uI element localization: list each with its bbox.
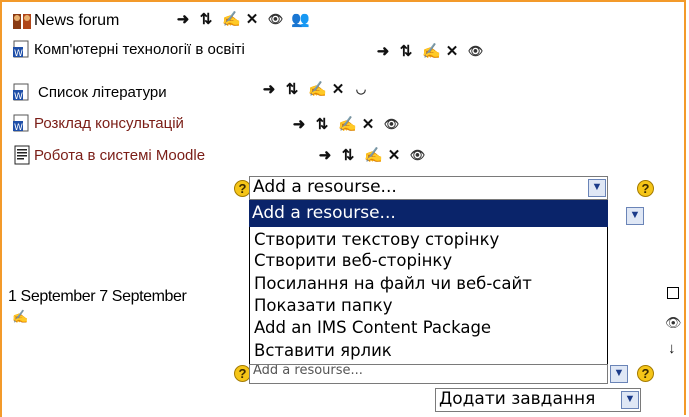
dropdown-option[interactable]: Посилання на файл чи веб-сайт — [254, 274, 532, 294]
dropdown-option-highlighted[interactable]: Add a resourse... — [249, 200, 608, 227]
eye-closed-icon[interactable]: ◡ — [354, 82, 368, 97]
move-updown-icon[interactable]: ⇅ — [315, 117, 329, 132]
resource-row-news-forum: News forum — [12, 11, 119, 31]
resource-row-2: W Список літератури — [12, 82, 167, 102]
chevron-down-icon[interactable]: ▼ — [588, 179, 606, 197]
edit-icon[interactable]: ✍ — [222, 12, 241, 27]
edit-icon[interactable]: ✍ — [422, 44, 441, 59]
move-updown-icon[interactable]: ⇅ — [341, 148, 355, 163]
eye-icon[interactable]: 👁 — [468, 44, 483, 59]
word-document-icon: W — [12, 39, 32, 59]
svg-text:W: W — [14, 49, 23, 59]
help-icon[interactable]: ? — [637, 180, 654, 197]
text-page-icon — [12, 145, 32, 165]
resource-title[interactable]: News forum — [34, 12, 119, 30]
delete-icon[interactable]: ✕ — [387, 148, 401, 163]
edit-icon[interactable]: ✍ — [338, 117, 357, 132]
highlight-checkbox[interactable] — [667, 287, 679, 299]
chevron-down-icon[interactable]: ▼ — [610, 365, 628, 383]
resource-title[interactable]: Робота в системі Moodle — [34, 147, 205, 164]
resource-title[interactable]: Комп'ютерні технології в освіті — [34, 41, 245, 58]
svg-text:W: W — [14, 123, 23, 133]
svg-text:W: W — [14, 92, 23, 102]
week-label: 1 September 7 September — [8, 288, 187, 305]
move-right-icon[interactable]: ➜ — [262, 82, 276, 97]
resource-actions: ➜ ⇅ ✍ ✕ 👁 — [318, 148, 426, 163]
forum-icon — [12, 11, 32, 31]
help-icon[interactable]: ? — [637, 365, 654, 382]
resource-actions: ➜ ⇅ ✍ ✕ 👁 👥 — [176, 12, 310, 27]
move-right-icon[interactable]: ➜ — [318, 148, 332, 163]
move-updown-icon[interactable]: ⇅ — [199, 12, 213, 27]
add-activity-selected: Додати завдання — [439, 389, 596, 409]
resource-row-4: Робота в системі Moodle — [12, 145, 205, 165]
dropdown-option[interactable]: Add an IMS Content Package — [254, 318, 491, 338]
move-right-icon[interactable]: ➜ — [376, 44, 390, 59]
delete-icon[interactable]: ✕ — [331, 82, 345, 97]
add-resource-selected: Add a resourse... — [253, 177, 397, 197]
resource-actions: ➜ ⇅ ✍ ✕ ◡ — [262, 82, 368, 97]
delete-icon[interactable]: ✕ — [361, 117, 375, 132]
dropdown-option[interactable]: Показати папку — [254, 296, 392, 316]
word-document-icon: W — [12, 82, 32, 102]
dropdown-option[interactable]: Створити текстову сторінку — [254, 230, 499, 250]
eye-icon[interactable]: 👁 — [410, 148, 425, 163]
add-resource-select-2[interactable]: Add a resourse... — [249, 364, 608, 384]
add-activity-select[interactable]: Додати завдання — [435, 388, 641, 412]
add-resource-select[interactable]: Add a resourse... — [249, 176, 608, 200]
resource-row-1: W Комп'ютерні технології в освіті — [12, 39, 245, 59]
delete-icon[interactable]: ✕ — [445, 44, 459, 59]
chevron-down-icon[interactable]: ▼ — [621, 391, 639, 409]
dropdown-option[interactable]: Створити веб-сторінку — [254, 251, 452, 271]
edit-icon[interactable]: ✍ — [308, 82, 327, 97]
eye-icon[interactable]: 👁 — [384, 117, 399, 132]
eye-icon[interactable]: 👁 — [268, 12, 283, 27]
move-down-icon[interactable]: ↓ — [668, 340, 676, 357]
add-resource-selected: Add a resourse... — [253, 364, 363, 378]
resource-actions: ➜ ⇅ ✍ ✕ 👁 — [376, 44, 484, 59]
dropdown-option[interactable]: Вставити ярлик — [254, 341, 392, 361]
resource-title[interactable]: Розклад консультацій — [34, 115, 184, 132]
move-updown-icon[interactable]: ⇅ — [399, 44, 413, 59]
group-mode-icon[interactable]: 👥 — [291, 12, 310, 27]
section-frame-left — [0, 0, 2, 417]
eye-icon[interactable]: 👁 — [665, 315, 682, 331]
move-updown-icon[interactable]: ⇅ — [285, 82, 299, 97]
move-right-icon[interactable]: ➜ — [176, 12, 190, 27]
move-right-icon[interactable]: ➜ — [292, 117, 306, 132]
edit-icon[interactable]: ✍ — [12, 309, 28, 325]
word-document-icon: W — [12, 113, 32, 133]
resource-actions: ➜ ⇅ ✍ ✕ 👁 — [292, 117, 400, 132]
resource-title[interactable]: Список літератури — [38, 84, 167, 101]
chevron-down-icon[interactable]: ▼ — [626, 207, 644, 225]
edit-icon[interactable]: ✍ — [364, 148, 383, 163]
delete-icon[interactable]: ✕ — [245, 12, 259, 27]
resource-row-3: W Розклад консультацій — [12, 113, 184, 133]
